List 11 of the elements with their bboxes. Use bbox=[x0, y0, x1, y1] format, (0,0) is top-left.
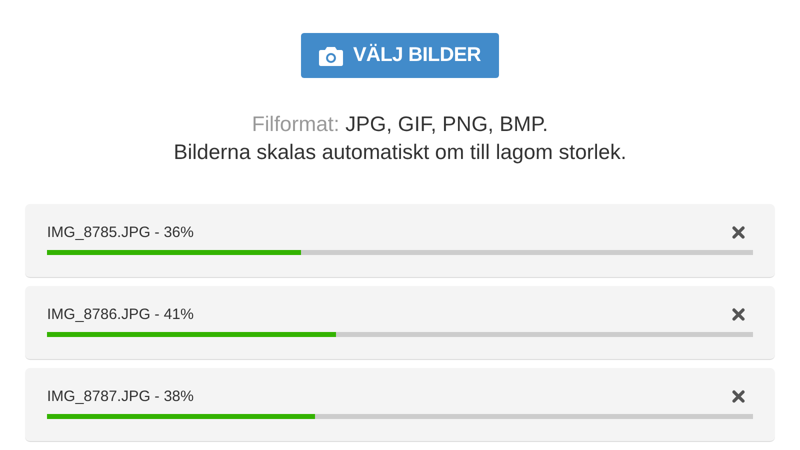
resize-note: Bilderna skalas automatiskt om till lagom storlek. bbox=[174, 140, 626, 166]
close-icon[interactable] bbox=[732, 226, 745, 239]
close-icon[interactable] bbox=[732, 308, 745, 321]
format-list: JPG, GIF, PNG, BMP. bbox=[345, 111, 548, 139]
camera-icon bbox=[319, 46, 344, 66]
close-icon[interactable] bbox=[732, 390, 745, 403]
file-progress-label: IMG_8786.JPG - 41% bbox=[47, 306, 194, 323]
choose-images-button[interactable]: VÄLJ BILDER bbox=[301, 33, 499, 78]
file-progress-label: IMG_8785.JPG - 36% bbox=[47, 224, 194, 241]
file-progress-label: IMG_8787.JPG - 38% bbox=[47, 388, 194, 405]
format-label: Filformat: bbox=[252, 112, 340, 138]
